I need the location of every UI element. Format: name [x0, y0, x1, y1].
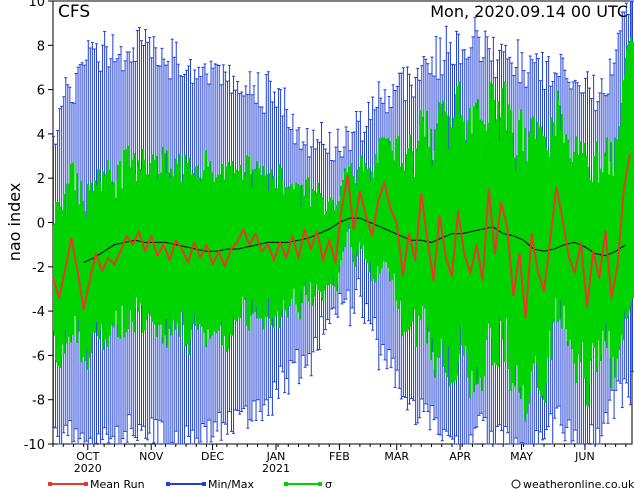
- x-axis: OCT2020NOV DEC JAN2021FEB MAR APR MAY JUN: [52, 444, 627, 475]
- y-tick-label: 10: [28, 0, 45, 10]
- credit-text: weatheronline.co.uk: [523, 478, 634, 490]
- y-axis: -10 -8 -6 -4 -2 0 2 4 6 8 10: [24, 0, 53, 453]
- x-tick-label: APR: [449, 450, 471, 463]
- x-tick-label: NOV: [139, 450, 164, 463]
- y-tick-label: 8: [37, 39, 45, 54]
- legend-item-sigma: σ: [284, 478, 332, 490]
- copyright-icon: [511, 479, 521, 489]
- y-tick-label: 0: [37, 217, 45, 232]
- legend: Mean Run Min/Max σ: [48, 478, 332, 490]
- x-year-label: 2020: [74, 462, 102, 475]
- x-tick-label: MAR: [384, 450, 409, 463]
- y-axis-label: nao index: [5, 183, 24, 262]
- y-tick-label: 6: [37, 84, 45, 99]
- legend-label-sigma: σ: [325, 478, 332, 490]
- legend-label-mean-run: Mean Run: [90, 478, 145, 490]
- nao-index-chart: -10-8-6-4-20246810 OCT2020NOV DEC JAN2021F…: [5, 0, 634, 490]
- credit: weatheronline.co.uk: [511, 478, 634, 490]
- y-tick-label: -8: [32, 394, 45, 409]
- legend-item-min-max: Min/Max: [166, 478, 254, 490]
- chart-title: CFS: [58, 2, 90, 22]
- x-year-label: 2021: [262, 462, 290, 475]
- run-date-label: Mon, 2020.09.14 00 UTC: [430, 2, 628, 21]
- y-tick-label: 4: [37, 128, 45, 143]
- x-tick-label: MAY: [510, 450, 533, 463]
- y-tick-label: -6: [32, 349, 45, 364]
- legend-item-mean-run: Mean Run: [48, 478, 145, 490]
- y-tick-label: -2: [32, 261, 45, 276]
- y-tick-label: -4: [32, 305, 45, 320]
- x-tick-label: FEB: [329, 450, 350, 463]
- x-tick-label: DEC: [201, 450, 224, 463]
- legend-label-min-max: Min/Max: [208, 478, 254, 490]
- y-tick-label: 2: [37, 172, 45, 187]
- x-tick-label: JUN: [574, 450, 595, 463]
- y-tick-label: -10: [24, 438, 45, 453]
